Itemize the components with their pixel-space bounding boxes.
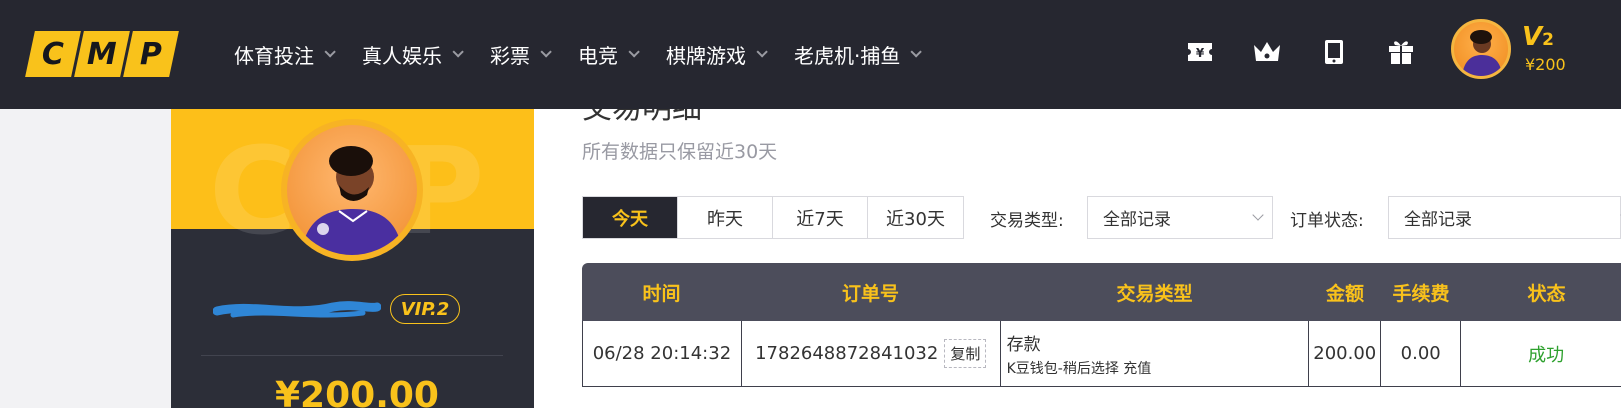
tab-last-30-days[interactable]: 近30天 — [868, 197, 963, 238]
page-title: 交易明细 — [582, 109, 702, 127]
column-header-type: 交易类型 — [1116, 282, 1193, 305]
cmp-logo[interactable]: C M P — [25, 31, 179, 77]
chevron-down-icon — [628, 46, 640, 58]
profile-avatar — [281, 119, 423, 261]
status-badge: 成功 — [1461, 321, 1621, 386]
crown-icon[interactable] — [1250, 35, 1284, 69]
nav-item-sports[interactable]: 体育投注 — [234, 40, 336, 69]
column-header-fee: 手续费 — [1392, 282, 1450, 305]
transaction-table: 时间 订单号 交易类型 金额 手续费 状态 06/28 20:14:32 178… — [582, 263, 1621, 387]
chevron-down-icon — [1252, 209, 1264, 221]
table-header: 时间 订单号 交易类型 金额 手续费 状态 — [582, 263, 1621, 321]
gift-icon[interactable] — [1384, 35, 1418, 69]
chevron-down-icon — [540, 46, 552, 58]
chevron-down-icon — [324, 46, 336, 58]
chevron-down-icon — [756, 46, 768, 58]
cell-fee: 0.00 — [1381, 321, 1462, 386]
tab-last-7-days[interactable]: 近7天 — [773, 197, 868, 238]
column-header-order-no: 订单号 — [841, 282, 899, 305]
date-range-tabs: 今天 昨天 近7天 近30天 — [582, 196, 964, 239]
table-row: 06/28 20:14:32 1782648872841032 复制 存款 K豆… — [582, 321, 1621, 387]
ticket-icon[interactable]: ¥ — [1183, 35, 1217, 69]
nav-item-slots-fishing[interactable]: 老虎机·捕鱼 — [794, 40, 923, 69]
tab-yesterday[interactable]: 昨天 — [678, 197, 773, 238]
transaction-panel: 交易明细 所有数据只保留近30天 今天 昨天 近7天 近30天 交易类型: 全部… — [534, 109, 1621, 408]
order-status-label: 订单状态: — [1290, 211, 1364, 231]
username-redacted — [212, 299, 382, 321]
account-balance: ¥200.00 — [275, 375, 439, 408]
svg-text:¥: ¥ — [1196, 46, 1205, 60]
transaction-type-select[interactable]: 全部记录 — [1087, 196, 1273, 239]
chevron-down-icon — [452, 46, 464, 58]
column-header-status: 状态 — [1527, 282, 1566, 305]
copy-order-button[interactable]: 复制 — [944, 339, 987, 368]
nav-item-card-games[interactable]: 棋牌游戏 — [666, 40, 768, 69]
tablet-icon[interactable] — [1317, 35, 1351, 69]
vip-badge: VIP.2 — [390, 294, 460, 324]
chevron-down-icon — [910, 46, 923, 58]
tab-today[interactable]: 今天 — [583, 197, 678, 238]
vip-level-indicator: V2 — [1522, 22, 1554, 52]
transaction-type-label: 交易类型: — [990, 211, 1064, 231]
main-nav: 体育投注 真人娱乐 彩票 电竞 棋牌游戏 老虎机·捕鱼 — [234, 38, 948, 70]
top-navbar: C M P 体育投注 真人娱乐 彩票 电竞 棋牌游戏 老虎机·捕鱼 ¥ V2 ¥… — [0, 0, 1621, 109]
column-header-time: 时间 — [642, 282, 681, 305]
divider — [201, 355, 503, 356]
avatar[interactable] — [1451, 19, 1511, 79]
cell-type: 存款 K豆钱包-稍后选择 充值 — [1001, 321, 1310, 386]
cell-amount: 200.00 — [1309, 321, 1382, 386]
order-status-select[interactable]: 全部记录 — [1388, 196, 1621, 239]
header-balance: ¥200 — [1525, 55, 1566, 74]
header-tools: ¥ — [1183, 35, 1418, 69]
column-header-amount: 金额 — [1325, 282, 1364, 305]
account-sidebar: CMP VIP.2 ¥200.00 — [171, 109, 534, 408]
cell-order-no: 1782648872841032 复制 — [742, 321, 1001, 386]
nav-item-lottery[interactable]: 彩票 — [490, 40, 552, 69]
nav-item-live-casino[interactable]: 真人娱乐 — [362, 40, 464, 69]
nav-item-esports[interactable]: 电竞 — [578, 40, 640, 69]
cell-time: 06/28 20:14:32 — [583, 321, 742, 386]
retention-note: 所有数据只保留近30天 — [582, 141, 778, 163]
